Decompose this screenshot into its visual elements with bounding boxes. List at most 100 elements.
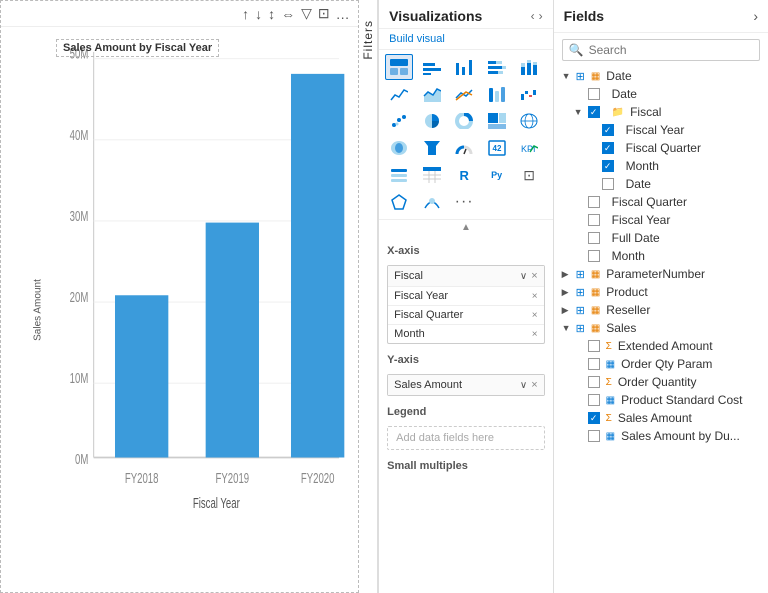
legend-drop-zone[interactable]: Add data fields here <box>387 426 544 450</box>
field-extended-amount[interactable]: Σ Extended Amount <box>554 337 768 355</box>
viz-icon-matrix[interactable]: R <box>450 162 478 188</box>
move-leftright-icon[interactable]: ⇔ <box>281 6 295 22</box>
checkbox-fiscal-year[interactable]: ✓ <box>602 124 614 136</box>
field-sales-amount-du[interactable]: ▦ Sales Amount by Du... <box>554 427 768 445</box>
viz-icon-line[interactable] <box>385 81 413 107</box>
viz-icon-python[interactable]: Py <box>483 162 511 188</box>
viz-icon-stacked-bar[interactable] <box>483 54 511 80</box>
expand-product-icon[interactable]: ▶ <box>562 287 572 298</box>
viz-icon-table[interactable] <box>385 54 413 80</box>
checkbox-date-fq[interactable] <box>588 196 600 208</box>
expand-sales-icon[interactable]: ▼ <box>562 323 572 333</box>
x-axis-item-1-label: Fiscal Quarter <box>394 309 463 321</box>
checkbox-extended-amount[interactable] <box>588 340 600 352</box>
viz-icon-kpi[interactable]: KPI <box>515 135 543 161</box>
viz-icon-map[interactable] <box>515 108 543 134</box>
viz-icon-ribbon[interactable] <box>483 81 511 107</box>
viz-icon-gauge[interactable] <box>450 135 478 161</box>
svg-text:20M: 20M <box>70 288 89 306</box>
y-axis-item-label: Sales Amount <box>394 379 462 391</box>
checkbox-sales-amount[interactable]: ✓ <box>588 412 600 424</box>
bar-fy2020[interactable] <box>291 74 344 458</box>
viz-icon-line-clustered[interactable] <box>450 81 478 107</box>
field-reseller[interactable]: ▶ ⊞ ▦ Reseller <box>554 301 768 319</box>
x-axis-expand-icon[interactable]: ∨ <box>520 271 527 282</box>
viz-icon-stacked-col[interactable] <box>515 54 543 80</box>
field-date-fiscal-quarter[interactable]: Fiscal Quarter <box>554 193 768 211</box>
field-tree-date-table[interactable]: ▼ ⊞ ▦ Date <box>554 67 768 85</box>
checkbox-fiscal-quarter[interactable]: ✓ <box>602 142 614 154</box>
x-axis-item-2-remove[interactable]: × <box>532 329 538 340</box>
viz-icon-waterfall[interactable] <box>515 81 543 107</box>
viz-icon-custom2[interactable] <box>418 189 446 215</box>
field-month-checked[interactable]: ✓ Month <box>554 157 768 175</box>
search-input[interactable] <box>589 43 753 57</box>
field-date-fiscal-folder[interactable]: ▼ ✓ 📁 Fiscal <box>554 103 768 121</box>
y-axis-remove-icon[interactable]: × <box>531 379 537 391</box>
viz-icon-area[interactable] <box>418 81 446 107</box>
viz-icon-funnel[interactable] <box>418 135 446 161</box>
bar-fy2019[interactable] <box>206 223 259 458</box>
viz-icon-card[interactable]: 42 <box>483 135 511 161</box>
checkbox-full-date[interactable] <box>588 232 600 244</box>
viz-icon-donut[interactable] <box>450 108 478 134</box>
checkbox-order-quantity[interactable] <box>588 376 600 388</box>
move-down-icon[interactable]: ↓ <box>255 6 262 22</box>
field-date-fiscal-year-unchecked[interactable]: Fiscal Year <box>554 211 768 229</box>
panel-collapse-left[interactable]: ‹ <box>531 9 535 23</box>
field-product[interactable]: ▶ ⊞ ▦ Product <box>554 283 768 301</box>
checkbox-fiscal[interactable]: ✓ <box>588 106 600 118</box>
checkbox-month-unchecked[interactable] <box>588 250 600 262</box>
move-up-icon[interactable]: ↑ <box>242 6 249 22</box>
viz-icon-bar[interactable] <box>418 54 446 80</box>
move-updown-icon[interactable]: ↕ <box>268 6 275 22</box>
expand-reseller-icon[interactable]: ▶ <box>562 305 572 316</box>
viz-icon-treemap[interactable] <box>483 108 511 134</box>
checkbox-fiscal-date[interactable] <box>602 178 614 190</box>
field-sales-amount[interactable]: ✓ Σ Sales Amount <box>554 409 768 427</box>
checkbox-date-date[interactable] <box>588 88 600 100</box>
viz-icon-more2[interactable]: ⊡ <box>515 162 543 188</box>
viz-icon-table2[interactable] <box>418 162 446 188</box>
field-fiscal-year[interactable]: ✓ Fiscal Year <box>554 121 768 139</box>
field-product-standard-cost[interactable]: ▦ Product Standard Cost <box>554 391 768 409</box>
checkbox-order-qty[interactable] <box>588 358 600 370</box>
viz-scroll-up[interactable]: ▲ <box>379 220 552 235</box>
viz-icon-slicer[interactable] <box>385 162 413 188</box>
fields-search-box[interactable]: 🔍 <box>562 39 760 61</box>
table-oqp-icon: ▦ <box>606 359 615 370</box>
viz-icon-custom1[interactable] <box>385 189 413 215</box>
checkbox-date-fy[interactable] <box>588 214 600 226</box>
field-month-unchecked[interactable]: Month <box>554 247 768 265</box>
field-sales-table[interactable]: ▼ ⊞ ▦ Sales <box>554 319 768 337</box>
field-order-qty-param[interactable]: ▦ Order Qty Param <box>554 355 768 373</box>
focus-icon[interactable]: ⊡ <box>318 5 330 22</box>
x-axis-item-0-remove[interactable]: × <box>532 291 538 302</box>
more-icon[interactable]: … <box>336 6 350 22</box>
viz-icon-ellipsis[interactable]: ··· <box>450 189 478 215</box>
field-date-date[interactable]: Date <box>554 85 768 103</box>
viz-icon-pie[interactable] <box>418 108 446 134</box>
viz-icon-scatter[interactable] <box>385 108 413 134</box>
field-fiscal-date[interactable]: Date <box>554 175 768 193</box>
fields-panel-expand[interactable]: › <box>753 8 758 24</box>
expand-param-icon[interactable]: ▶ <box>562 269 572 280</box>
bar-fy2018[interactable] <box>115 295 168 457</box>
filter-icon[interactable]: ▽ <box>301 5 312 22</box>
field-fiscal-quarter[interactable]: ✓ Fiscal Quarter <box>554 139 768 157</box>
field-order-quantity[interactable]: Σ Order Quantity <box>554 373 768 391</box>
y-axis-expand-icon[interactable]: ∨ <box>520 380 527 391</box>
checkbox-month[interactable]: ✓ <box>602 160 614 172</box>
viz-icon-column[interactable] <box>450 54 478 80</box>
field-full-date[interactable]: Full Date <box>554 229 768 247</box>
viz-icon-filled-map[interactable] <box>385 135 413 161</box>
x-axis-item-1-remove[interactable]: × <box>532 310 538 321</box>
date-date-label: Date <box>612 87 760 101</box>
panel-expand-right[interactable]: › <box>539 9 543 23</box>
x-axis-remove-icon[interactable]: × <box>531 270 537 282</box>
expand-fiscal-icon[interactable]: ▼ <box>574 107 584 117</box>
expand-date-icon[interactable]: ▼ <box>562 71 572 81</box>
field-parameternumber[interactable]: ▶ ⊞ ▦ ParameterNumber <box>554 265 768 283</box>
checkbox-product-cost[interactable] <box>588 394 600 406</box>
checkbox-sales-amount-du[interactable] <box>588 430 600 442</box>
